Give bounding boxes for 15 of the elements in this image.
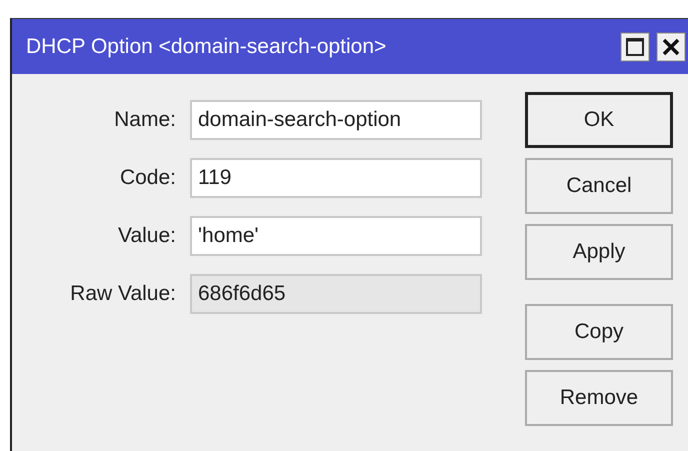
dialog-button[interactable]: Copy: [525, 304, 673, 360]
maximize-icon[interactable]: [620, 32, 650, 62]
field-label: Code:: [118, 166, 177, 190]
dialog-button[interactable]: Cancel: [525, 158, 673, 214]
input-field[interactable]: domain-search-option: [190, 100, 482, 140]
field-label: Value:: [117, 224, 177, 248]
field-label: Raw Value:: [69, 282, 177, 306]
dialog-button[interactable]: Apply: [525, 224, 673, 280]
field-label: Name:: [113, 108, 177, 132]
input-field[interactable]: 'home': [190, 216, 482, 256]
window-title: DHCP Option <domain-search-option>: [26, 34, 386, 58]
dialog-button[interactable]: Remove: [525, 370, 673, 426]
close-icon[interactable]: [656, 32, 686, 62]
input-field[interactable]: 119: [190, 158, 482, 198]
dialog-button[interactable]: OK: [525, 92, 673, 148]
